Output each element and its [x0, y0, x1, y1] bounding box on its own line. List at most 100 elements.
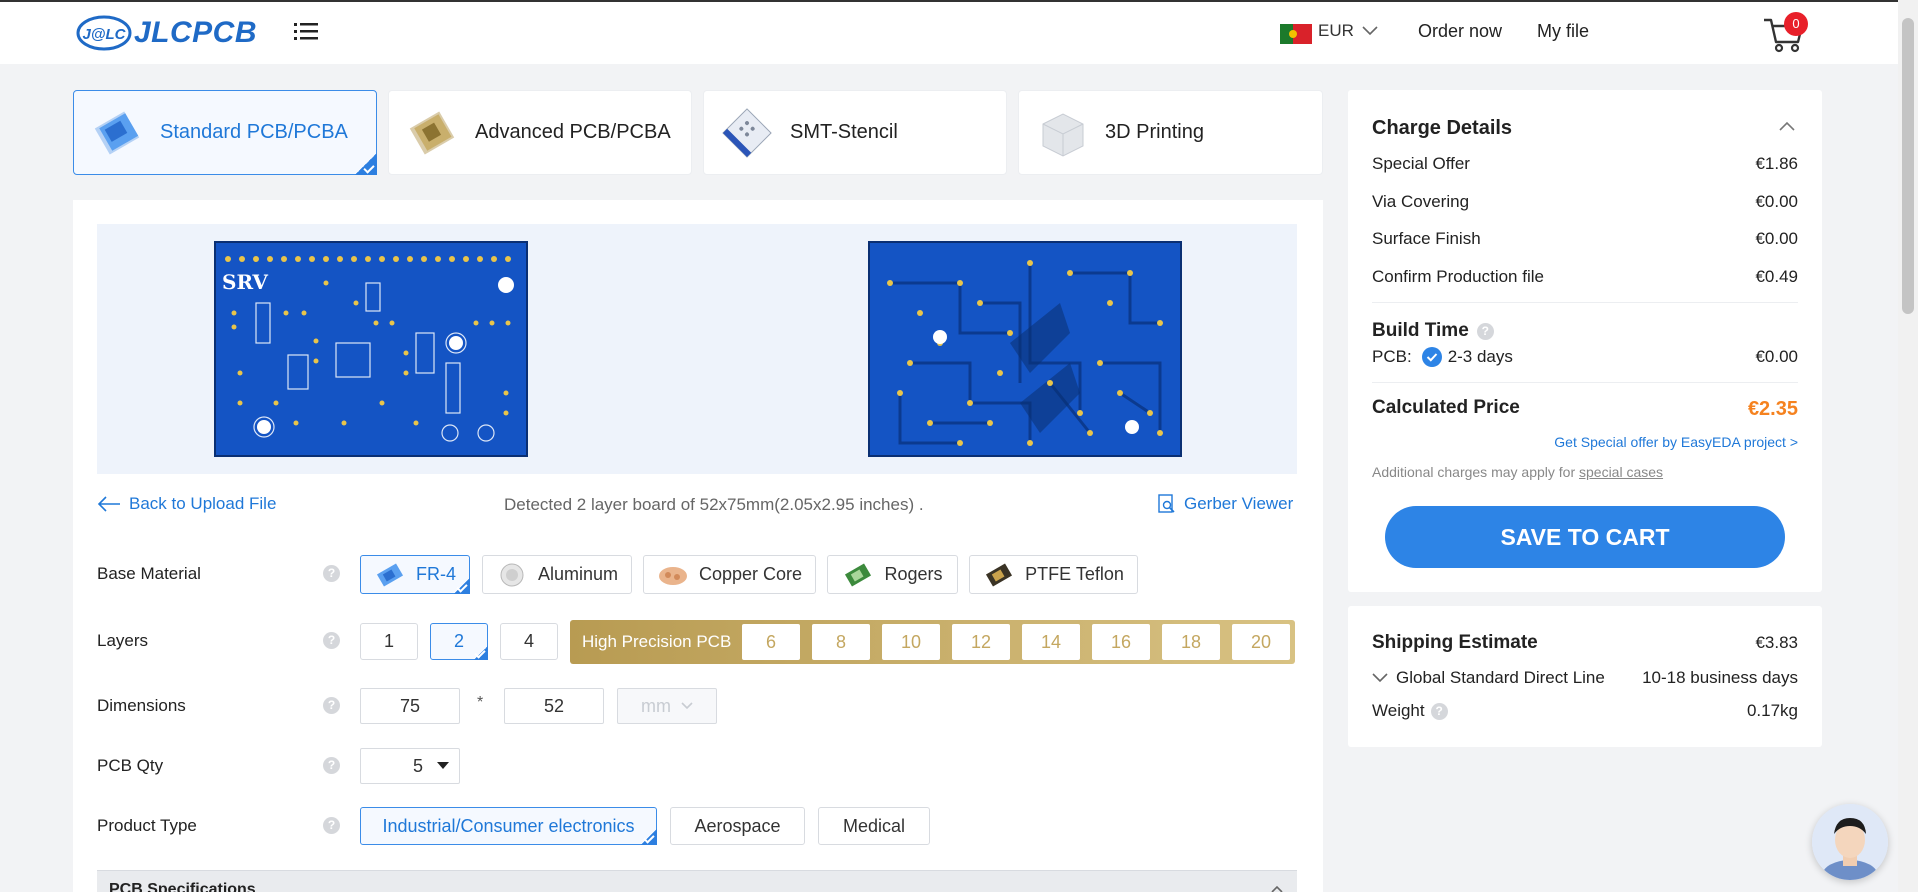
- option-label: Aluminum: [537, 564, 619, 584]
- build-time-pcb-row: PCB: 2-3 days €0.00: [1372, 347, 1798, 367]
- product-type-label: Product Type: [97, 816, 197, 835]
- tab-label: 3D Printing: [1105, 121, 1204, 143]
- standard-pcb-icon: [94, 111, 140, 154]
- base-material-ptfe-teflon[interactable]: PTFE Teflon: [969, 555, 1138, 594]
- layers-option-1[interactable]: 1: [360, 623, 418, 660]
- additional-prefix: Additional charges may apply for: [1372, 464, 1576, 480]
- layers-option-14[interactable]: 14: [1022, 624, 1080, 660]
- product-type-aerospace[interactable]: Aerospace: [670, 807, 805, 845]
- shipping-method-label: Global Standard Direct Line: [1396, 668, 1605, 687]
- pcb-top-layer-preview: SRV: [214, 241, 528, 457]
- option-label: FR-4: [416, 564, 456, 584]
- tab-label: Standard PCB/PCBA: [160, 121, 348, 143]
- dimension-unit-select[interactable]: mm: [617, 688, 717, 724]
- gerber-viewer-link[interactable]: Gerber Viewer: [1158, 494, 1293, 514]
- chevron-up-icon[interactable]: [1779, 121, 1795, 131]
- special-cases-link[interactable]: special cases: [1579, 464, 1663, 480]
- help-icon[interactable]: ?: [323, 817, 340, 834]
- pcb-specifications-header[interactable]: PCB Specifications: [97, 870, 1297, 892]
- smt-stencil-icon: [722, 107, 772, 158]
- flag-portugal-icon[interactable]: [1280, 24, 1312, 44]
- charge-row-confirm-production: Confirm Production file €0.49: [1372, 267, 1798, 287]
- base-material-copper-core[interactable]: Copper Core: [643, 555, 816, 594]
- base-material-aluminum[interactable]: Aluminum: [482, 555, 632, 594]
- tab-label: Advanced PCB/PCBA: [475, 121, 671, 143]
- tab-3d-printing[interactable]: 3D Printing: [1018, 90, 1323, 175]
- divider: [1372, 302, 1798, 303]
- save-to-cart-button[interactable]: SAVE TO CART: [1385, 506, 1785, 568]
- base-material-fr4[interactable]: FR-4: [360, 555, 470, 594]
- logo-mark-text: J@LC: [83, 26, 127, 43]
- help-icon[interactable]: ?: [323, 632, 340, 649]
- charge-value: €0.00: [1755, 229, 1798, 248]
- help-icon[interactable]: ?: [1476, 322, 1494, 340]
- dimensions-label: Dimensions: [97, 696, 186, 715]
- currency-label: EUR: [1318, 21, 1354, 40]
- build-time-option[interactable]: 2-3 days: [1421, 347, 1513, 367]
- charge-row-surface-finish: Surface Finish €0.00: [1372, 229, 1798, 249]
- rogers-icon: [845, 562, 872, 587]
- help-icon[interactable]: ?: [323, 757, 340, 774]
- option-label: PTFE Teflon: [1025, 564, 1124, 584]
- back-label: Back to Upload File: [129, 494, 277, 513]
- charge-details-title: Charge Details: [1372, 117, 1513, 139]
- pcb-qty-select[interactable]: 5: [360, 748, 460, 784]
- menu-icon[interactable]: [294, 21, 318, 41]
- layers-option-18[interactable]: 18: [1162, 624, 1220, 660]
- layers-option-20[interactable]: 20: [1232, 624, 1290, 660]
- pcb-bottom-layer-preview: [868, 241, 1182, 457]
- layers-option-12[interactable]: 12: [952, 624, 1010, 660]
- shipping-method: Global Standard Direct Line: [1372, 668, 1605, 688]
- scrollbar-thumb[interactable]: [1902, 18, 1914, 314]
- dimension-length-input[interactable]: 75: [360, 688, 460, 724]
- selected-check-icon: [454, 578, 470, 594]
- gerber-viewer-label: Gerber Viewer: [1184, 494, 1294, 513]
- currency-selector[interactable]: EUR: [1318, 21, 1378, 41]
- aluminum-icon: [500, 563, 524, 586]
- layers-option-16[interactable]: 16: [1092, 624, 1150, 660]
- shipping-days: 10-18 business days: [1642, 668, 1798, 687]
- order-now-link[interactable]: Order now: [1418, 21, 1502, 42]
- logo-text: JLCPCB: [134, 16, 258, 49]
- weight-value: 0.17kg: [1746, 701, 1798, 720]
- layers-option-2[interactable]: 2: [430, 623, 488, 660]
- tab-label: SMT-Stencil: [790, 121, 898, 143]
- shipping-method-row[interactable]: Global Standard Direct Line 10-18 busine…: [1372, 668, 1798, 688]
- unit-label: mm: [641, 696, 671, 716]
- tab-advanced-pcb[interactable]: Advanced PCB/PCBA: [388, 90, 692, 175]
- ptfe-teflon-icon: [986, 562, 1013, 587]
- help-icon[interactable]: ?: [323, 565, 340, 582]
- advanced-pcb-icon: [409, 111, 455, 154]
- svg-text:SRV: SRV: [222, 270, 268, 294]
- charge-row-via-covering: Via Covering €0.00: [1372, 192, 1798, 212]
- jlcpcb-logo[interactable]: J@LC JLCPCB: [76, 14, 257, 52]
- cart-count-badge: 0: [1784, 12, 1808, 36]
- copper-core-icon: [658, 566, 687, 585]
- selected-check-icon: [474, 646, 488, 660]
- tab-standard-pcb[interactable]: Standard PCB/PCBA: [73, 90, 377, 175]
- back-to-upload-link[interactable]: Back to Upload File: [97, 494, 276, 514]
- layers-option-6[interactable]: 6: [742, 624, 800, 660]
- special-offer-link[interactable]: Get Special offer by EasyEDA project >: [1500, 434, 1798, 450]
- layers-option-10[interactable]: 10: [882, 624, 940, 660]
- charge-value: €1.86: [1755, 154, 1798, 173]
- base-material-rogers[interactable]: Rogers: [827, 555, 958, 594]
- layers-option-8[interactable]: 8: [812, 624, 870, 660]
- help-icon[interactable]: ?: [323, 697, 340, 714]
- qty-value: 5: [412, 756, 423, 776]
- check-icon: [1421, 347, 1442, 367]
- jlc-logo-mark: J@LC: [76, 14, 132, 52]
- my-file-link[interactable]: My file: [1537, 21, 1589, 42]
- build-time-title: Build Time: [1372, 320, 1469, 341]
- layers-option-4[interactable]: 4: [500, 623, 558, 660]
- build-time-header: Build Time ?: [1372, 320, 1494, 342]
- product-type-industrial[interactable]: Industrial/Consumer electronics: [360, 807, 657, 845]
- divider: [1372, 382, 1798, 383]
- support-chat-avatar[interactable]: [1812, 804, 1888, 880]
- tab-smt-stencil[interactable]: SMT-Stencil: [703, 90, 1007, 175]
- dimension-width-input[interactable]: 52: [504, 688, 604, 724]
- charge-label: Confirm Production file: [1372, 267, 1544, 286]
- page-scrollbar[interactable]: [1898, 0, 1918, 892]
- help-icon[interactable]: ?: [1430, 702, 1448, 720]
- product-type-medical[interactable]: Medical: [818, 807, 930, 845]
